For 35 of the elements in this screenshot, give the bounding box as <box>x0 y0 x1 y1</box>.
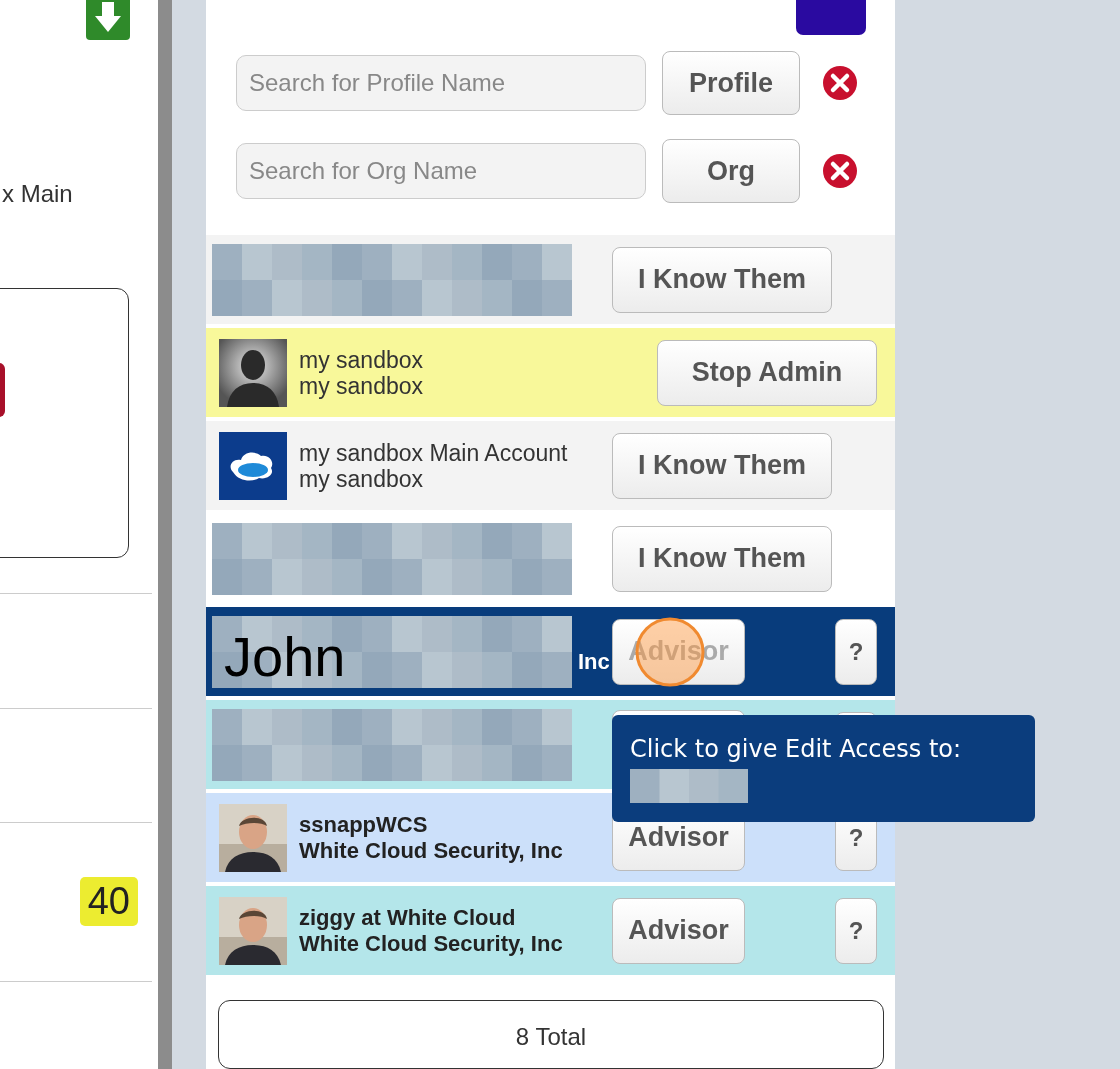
contact-text: Inc <box>578 648 610 675</box>
contact-row[interactable]: I Know Them <box>206 235 895 324</box>
contact-text: White Cloud Security, Inc <box>299 837 563 864</box>
clear-icon[interactable] <box>822 65 858 101</box>
contact-row[interactable]: ziggy at White Cloud White Cloud Security, Inc Advisor ? <box>206 886 895 975</box>
total-count: 8 Total <box>515 1023 587 1051</box>
action-button[interactable]: I Know Them <box>612 525 832 592</box>
action-button[interactable]: I Know Them <box>612 432 832 499</box>
search-field[interactable]: Search for Org Name <box>236 143 646 199</box>
search-field[interactable]: Search for Profile Name <box>236 55 646 111</box>
action-button[interactable]: Advisor <box>612 897 745 964</box>
avatar-icon <box>219 338 287 407</box>
search-button[interactable]: Profile <box>662 51 800 115</box>
contact-text: my sandbox <box>299 346 423 373</box>
cloud-logo-icon <box>219 431 287 500</box>
action-button[interactable]: I Know Them <box>612 246 832 313</box>
tooltip-text: Click to give Edit Access to: <box>630 735 962 763</box>
help-button[interactable]: ? <box>835 897 877 964</box>
contact-text: my sandbox <box>299 372 423 399</box>
search-button[interactable]: Org <box>662 139 800 203</box>
account-label: x Main <box>2 180 74 208</box>
clear-icon[interactable] <box>822 153 858 189</box>
count-badge: 40 <box>79 876 138 926</box>
contact-row[interactable]: my sandbox my sandbox Stop Admin <box>206 328 895 417</box>
help-button[interactable]: ? <box>835 618 877 685</box>
action-button[interactable]: Stop Admin <box>657 339 877 406</box>
contact-text: White Cloud Security, Inc <box>299 930 563 957</box>
contact-text: my sandbox <box>299 465 424 492</box>
toggle-button[interactable] <box>796 0 866 35</box>
name-text: John <box>224 623 346 689</box>
contact-text: ssnappWCS <box>299 811 429 838</box>
contact-text: ziggy at White Cloud <box>299 904 517 931</box>
contact-row[interactable]: my sandbox Main Account my sandbox I Know Them <box>206 421 895 510</box>
download-icon[interactable] <box>86 0 130 40</box>
contact-text: my sandbox Main Account <box>299 439 568 466</box>
